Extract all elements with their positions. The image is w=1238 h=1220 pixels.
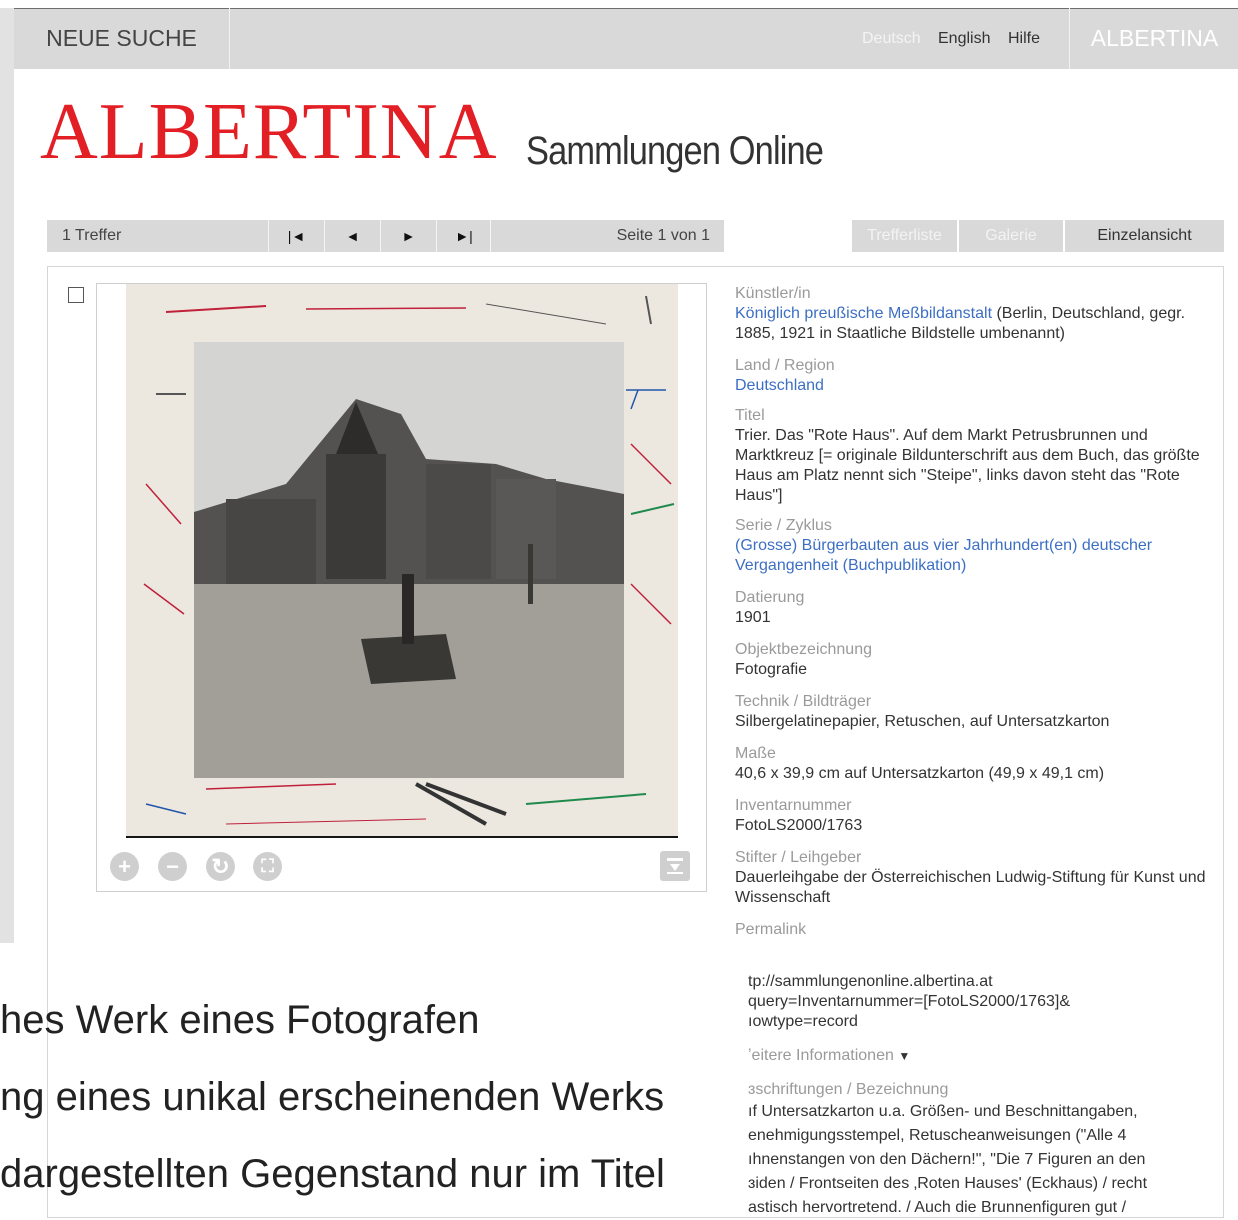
lang-english-link[interactable]: English	[938, 8, 990, 69]
site-subtitle: Sammlungen Online	[526, 129, 824, 173]
permalink-line-3[interactable]: ıowtype=record	[748, 1012, 1218, 1032]
caption-line-2: ng eines unikal erscheinenden Werks	[0, 1075, 665, 1119]
record-metadata-clipped: tp://sammlungenonline.albertina.at query…	[748, 972, 1218, 1220]
first-page-button[interactable]: |◄	[268, 220, 324, 252]
inscriptions-line-4: ɜiden / Frontseiten des ‚Roten Hauses' (…	[748, 1175, 1148, 1192]
inscriptions-label: ɜschriftungen / Bezeichnung	[748, 1081, 949, 1098]
albertina-home-link[interactable]: ALBERTINA	[1069, 8, 1238, 69]
artist-link[interactable]: Königlich preußische Meßbildanstalt	[735, 305, 992, 322]
inscriptions-line-3: ıhnenstangen von den Dächern!", "Die 7 F…	[748, 1151, 1146, 1168]
more-info-label: ʼeitere Informationen	[748, 1047, 894, 1064]
permalink-label: Permalink	[735, 921, 807, 938]
new-search-button[interactable]: NEUE SUCHE	[14, 8, 230, 69]
date-value: 1901	[735, 609, 771, 626]
object-label: Objektbezeichnung	[735, 641, 872, 658]
help-link[interactable]: Hilfe	[1008, 8, 1040, 69]
caption-line-1: hes Werk eines Fotografen	[0, 998, 480, 1042]
inscriptions-line-5: astisch hervortretend. / Auch die Brunne…	[748, 1199, 1127, 1216]
title-label: Titel	[735, 407, 765, 424]
dimensions-label: Maße	[735, 745, 776, 762]
inventory-label: Inventarnummer	[735, 797, 852, 814]
result-count: 1 Treffer	[62, 227, 122, 244]
title-value: Trier. Das "Rote Haus". Auf dem Markt Pe…	[735, 427, 1200, 504]
next-page-button[interactable]: ►	[380, 220, 436, 252]
permalink-line-2[interactable]: query=Inventarnummer=[FotoLS2000/1763]&	[748, 992, 1218, 1012]
technique-label: Technik / Bildträger	[735, 693, 872, 710]
country-label: Land / Region	[735, 357, 835, 374]
top-edge	[0, 0, 1238, 8]
date-label: Datierung	[735, 589, 805, 606]
country-link[interactable]: Deutschland	[735, 376, 1215, 396]
fullscreen-icon[interactable]: ⛶	[253, 852, 282, 881]
rotate-icon[interactable]: ↻	[206, 852, 235, 881]
donor-value: Dauerleihgabe der Österreichischen Ludwi…	[735, 869, 1206, 906]
chevron-down-icon: ▼	[898, 1049, 911, 1063]
zoom-in-icon[interactable]: +	[110, 852, 139, 881]
prev-page-button[interactable]: ◄	[324, 220, 380, 252]
artist-label: Künstler/in	[735, 285, 811, 302]
object-value: Fotografie	[735, 661, 808, 678]
caption-line-3: dargestellten Gegenstand nur im Titel	[0, 1152, 665, 1196]
tab-einzelansicht[interactable]: Einzelansicht	[1065, 220, 1224, 252]
zoom-out-icon[interactable]: −	[158, 852, 187, 881]
artwork-photo[interactable]	[126, 284, 678, 838]
select-checkbox[interactable]	[68, 287, 84, 303]
download-glyph	[667, 858, 683, 874]
lang-deutsch-link[interactable]: Deutsch	[862, 8, 921, 69]
more-info-toggle[interactable]: ʼeitere Informationen ▼	[748, 1046, 1218, 1066]
inventory-value: FotoLS2000/1763	[735, 817, 863, 834]
technique-value: Silbergelatinepapier, Retuschen, auf Unt…	[735, 713, 1110, 730]
download-icon[interactable]	[660, 851, 690, 881]
artist-value: Königlich preußische Meßbildanstalt (Ber…	[735, 304, 1215, 344]
dimensions-value: 40,6 x 39,9 cm auf Untersatzkarton (49,9…	[735, 765, 1105, 782]
tab-trefferliste[interactable]: Trefferliste	[852, 220, 957, 252]
tab-galerie[interactable]: Galerie	[959, 220, 1063, 252]
inscriptions-line-1: ıf Untersatzkarton u.a. Größen- und Besc…	[748, 1103, 1138, 1120]
record-metadata: Künstler/in Königlich preußische Meßbild…	[735, 284, 1215, 940]
left-strip	[0, 8, 14, 943]
series-label: Serie / Zyklus	[735, 517, 832, 534]
last-page-button[interactable]: ►|	[436, 220, 491, 252]
albertina-logo[interactable]: ALBERTINA	[40, 92, 497, 172]
series-link[interactable]: (Grosse) Bürgerbauten aus vier Jahrhunde…	[735, 536, 1215, 576]
donor-label: Stifter / Leihgeber	[735, 849, 862, 866]
permalink-line-1[interactable]: tp://sammlungenonline.albertina.at	[748, 972, 1218, 992]
inscriptions-line-2: enehmigungsstempel, Retuscheanweisungen …	[748, 1127, 1127, 1144]
page-indicator: Seite 1 von 1	[490, 220, 724, 252]
